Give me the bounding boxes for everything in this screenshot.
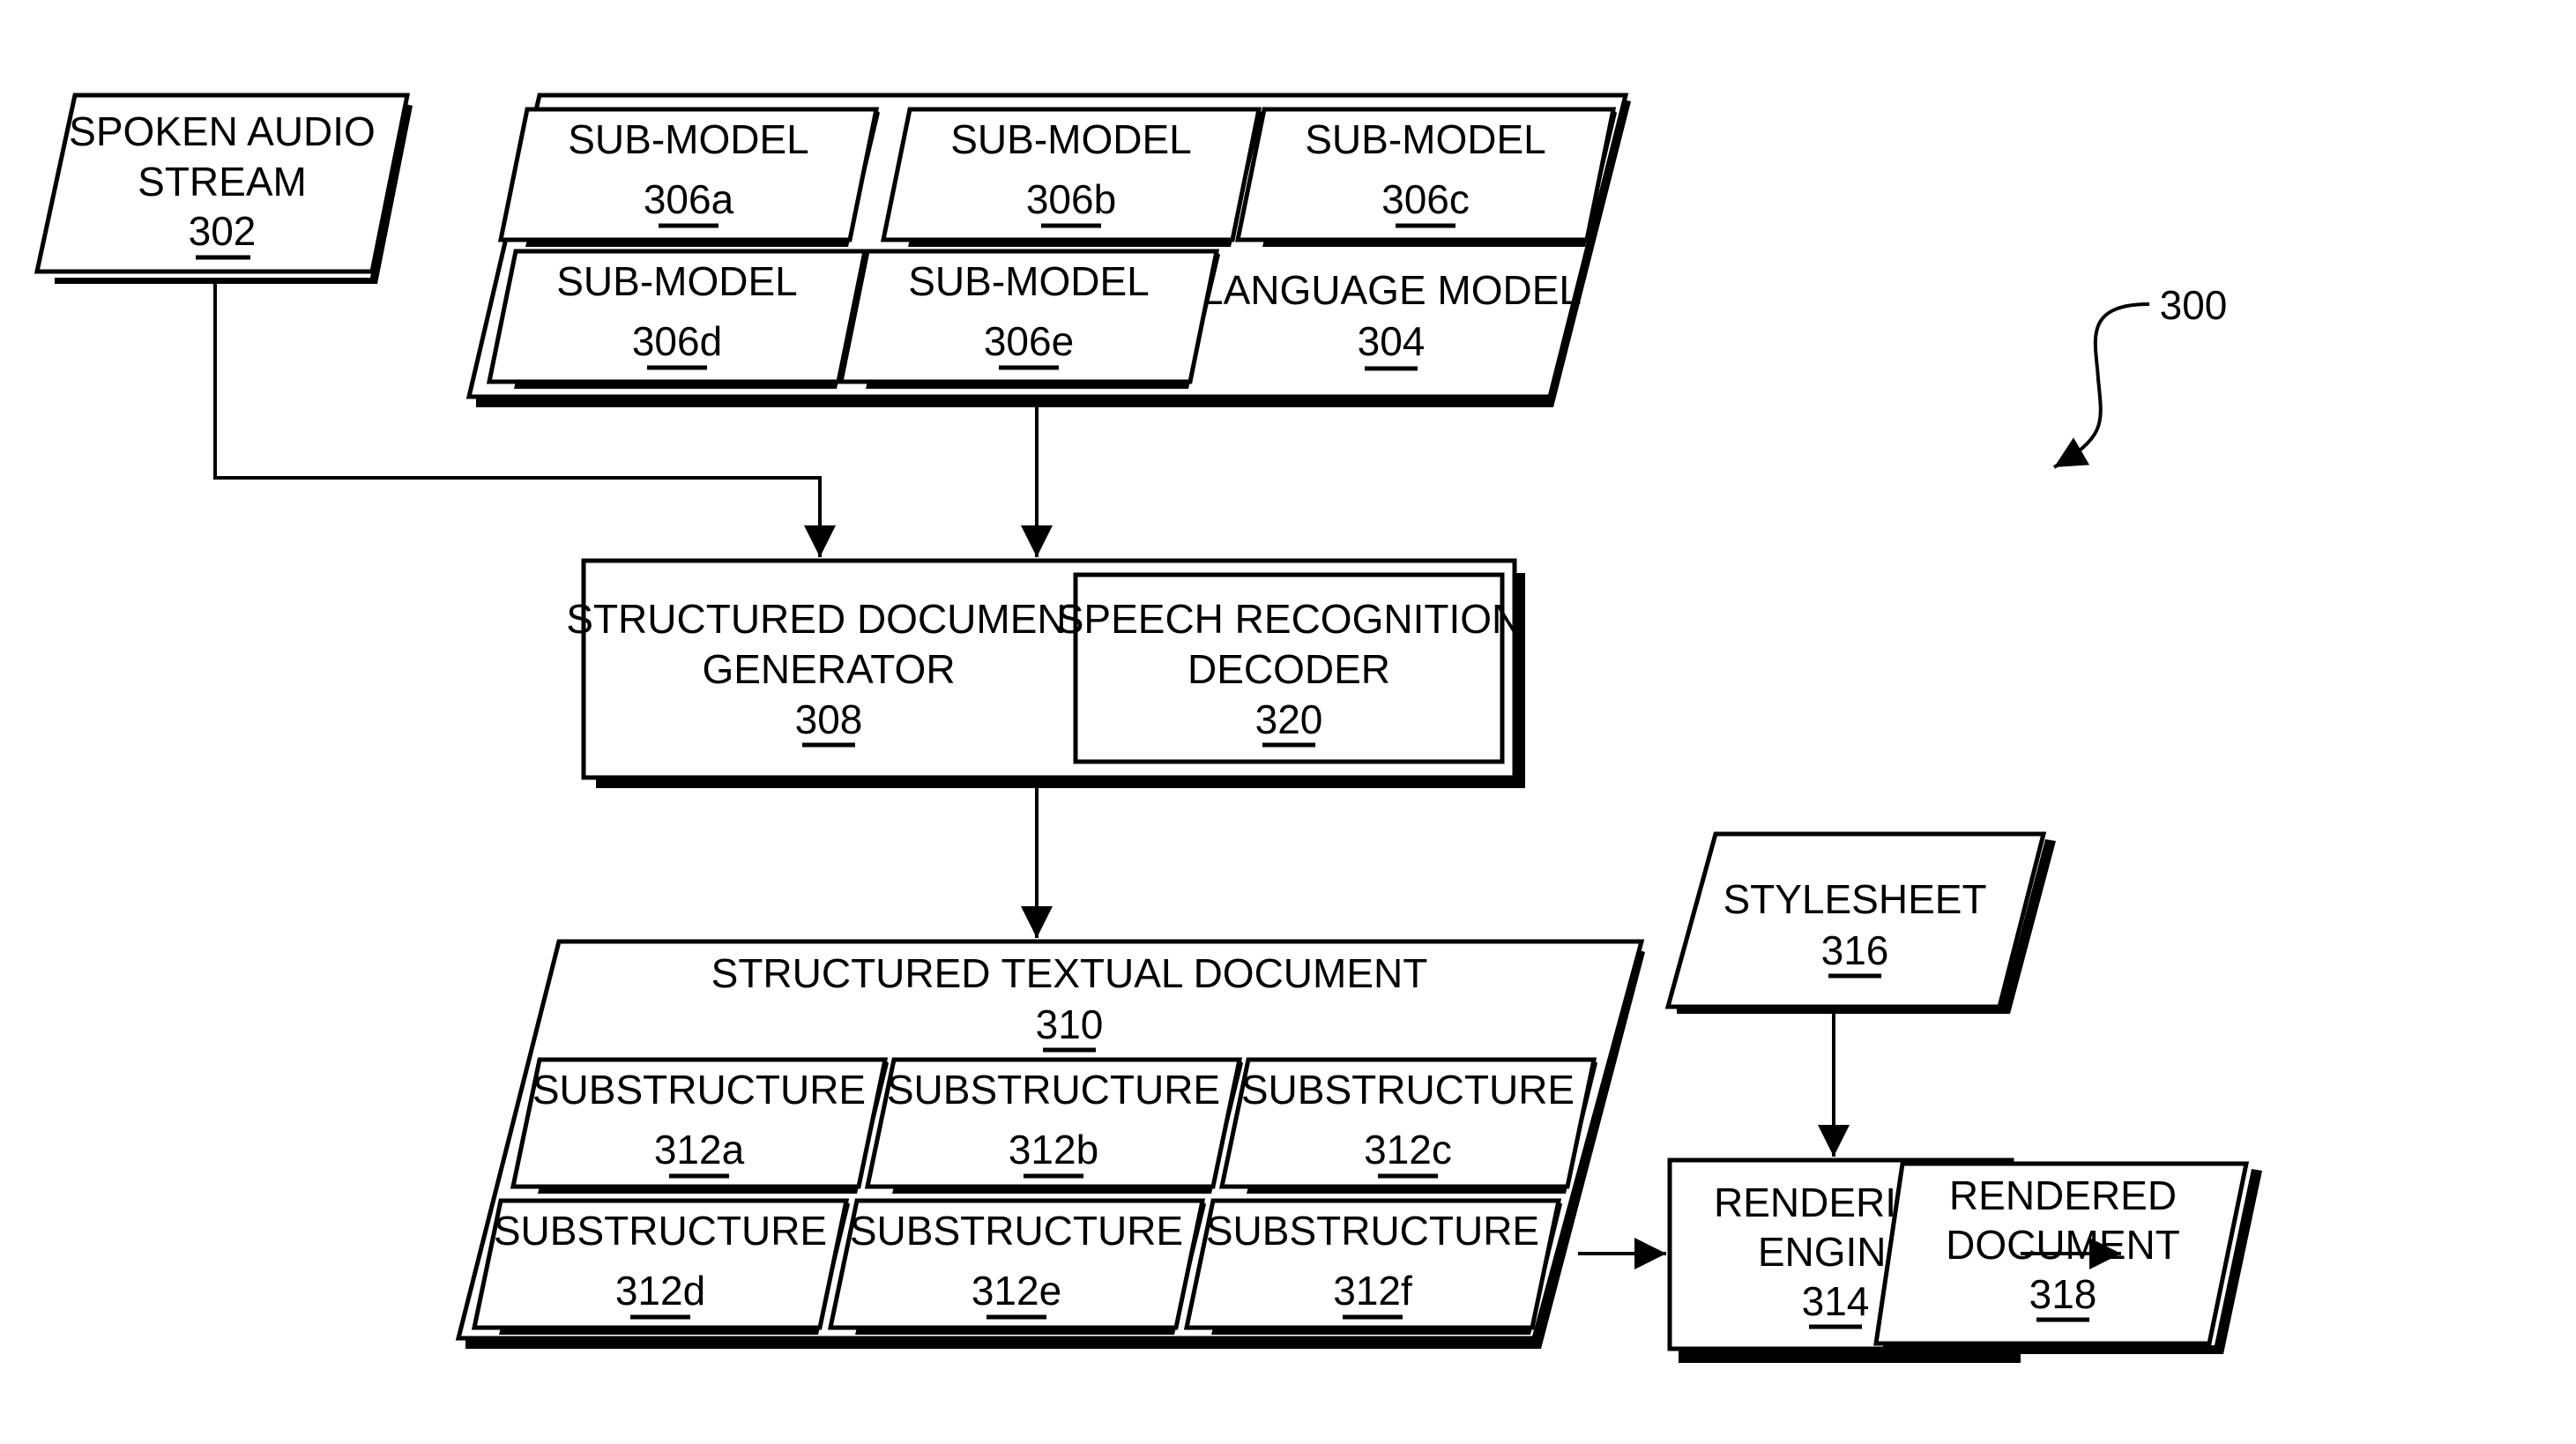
reference-number: 312f bbox=[1333, 1268, 1412, 1314]
reference-number: 312b bbox=[1009, 1127, 1098, 1172]
label-line: DECODER bbox=[1187, 646, 1390, 692]
svg-text:SPOKEN AUDIO: SPOKEN AUDIO bbox=[69, 108, 376, 154]
node-speech-recognition-decoder: SPEECH RECOGNITION DECODER 320 bbox=[1057, 572, 1522, 764]
label-line: SUBSTRUCTURE bbox=[887, 1067, 1220, 1113]
svg-text:DECODER: DECODER bbox=[1187, 646, 1390, 692]
node-sub-model: SUB-MODEL 306d bbox=[486, 249, 868, 389]
node-sub-model: SUB-MODEL 306c bbox=[1234, 107, 1617, 247]
label-line: SUB-MODEL bbox=[908, 258, 1149, 304]
language-model-label: LANGUAGE MODEL bbox=[1201, 267, 1582, 313]
node-substructure: SUBSTRUCTURE 312f bbox=[1183, 1198, 1562, 1335]
reference-number: 308 bbox=[795, 696, 863, 742]
node-sub-model: SUB-MODEL 306b bbox=[880, 107, 1262, 247]
label-line: RENDERED bbox=[1949, 1172, 2177, 1218]
reference-number: 306e bbox=[984, 318, 1074, 364]
reference-number: 312e bbox=[972, 1268, 1061, 1314]
node-sub-model: SUB-MODEL 306e bbox=[838, 249, 1220, 389]
svg-text:STREAM: STREAM bbox=[138, 159, 307, 205]
label-line: SUB-MODEL bbox=[1305, 116, 1545, 162]
reference-number: 314 bbox=[1802, 1278, 1870, 1324]
label-line: STRUCTURED DOCUMENT bbox=[566, 596, 1091, 642]
reference-number: 306d bbox=[632, 318, 722, 364]
label-line: SUB-MODEL bbox=[556, 258, 797, 304]
reference-number: 320 bbox=[1255, 696, 1323, 742]
textual-document-label: STRUCTURED TEXTUAL DOCUMENT bbox=[711, 950, 1428, 996]
reference-number: 312d bbox=[615, 1268, 705, 1314]
reference-number: 302 bbox=[189, 208, 257, 254]
label-line: DOCUMENT bbox=[1946, 1222, 2180, 1268]
svg-text:SPEECH RECOGNITION: SPEECH RECOGNITION bbox=[1057, 596, 1522, 642]
reference-number: 306b bbox=[1026, 176, 1116, 222]
label-line: SUB-MODEL bbox=[950, 116, 1191, 162]
svg-text:GENERATOR: GENERATOR bbox=[702, 646, 955, 692]
label-line: STREAM bbox=[138, 159, 307, 205]
figure-reference: 300 bbox=[2052, 282, 2228, 469]
label-line: SUBSTRUCTURE bbox=[494, 1208, 827, 1254]
node-sub-model: SUB-MODEL 306a bbox=[497, 107, 880, 247]
reference-number: 318 bbox=[2029, 1271, 2097, 1317]
reference-number: 310 bbox=[1036, 1001, 1104, 1047]
reference-number: 306a bbox=[644, 176, 734, 222]
node-spoken-audio-stream: SPOKEN AUDIO STREAM 302 bbox=[34, 93, 413, 284]
label-line: SUB-MODEL bbox=[568, 116, 808, 162]
reference-number: 304 bbox=[1358, 318, 1426, 364]
node-substructure: SUBSTRUCTURE 312a bbox=[510, 1057, 889, 1194]
reference-number: 312c bbox=[1364, 1127, 1452, 1172]
label-line: SPOKEN AUDIO bbox=[69, 108, 376, 154]
reference-number: 312a bbox=[654, 1127, 745, 1172]
svg-text:DOCUMENT: DOCUMENT bbox=[1946, 1222, 2180, 1268]
node-substructure: SUBSTRUCTURE 312b bbox=[864, 1057, 1243, 1194]
label-line: SUBSTRUCTURE bbox=[532, 1067, 866, 1113]
figure-number: 300 bbox=[2160, 282, 2228, 328]
patent-diagram: SPOKEN AUDIO STREAM 302 LANGUAGE MODEL 3… bbox=[34, 93, 2262, 1363]
node-rendered-document: RENDERED DOCUMENT 318 bbox=[1873, 1161, 2262, 1354]
node-substructure: SUBSTRUCTURE 312d bbox=[471, 1198, 850, 1335]
svg-text:RENDERED: RENDERED bbox=[1949, 1172, 2177, 1218]
label-line: SPEECH RECOGNITION bbox=[1057, 596, 1522, 642]
node-substructure: SUBSTRUCTURE 312e bbox=[827, 1198, 1206, 1335]
svg-text:STRUCTURED DOCUMENT: STRUCTURED DOCUMENT bbox=[566, 596, 1091, 642]
label-line: SUBSTRUCTURE bbox=[850, 1208, 1183, 1254]
reference-number: 316 bbox=[1821, 927, 1889, 973]
label-line: SUBSTRUCTURE bbox=[1206, 1208, 1539, 1254]
stylesheet-label: STYLESHEET bbox=[1723, 876, 1986, 922]
reference-leader-arrow bbox=[2052, 302, 2150, 469]
label-line: SUBSTRUCTURE bbox=[1241, 1067, 1575, 1113]
node-stylesheet: STYLESHEET 316 bbox=[1664, 831, 2056, 1014]
node-substructure: SUBSTRUCTURE 312c bbox=[1218, 1057, 1597, 1194]
label-line: GENERATOR bbox=[702, 646, 955, 692]
reference-number: 306c bbox=[1381, 176, 1470, 222]
